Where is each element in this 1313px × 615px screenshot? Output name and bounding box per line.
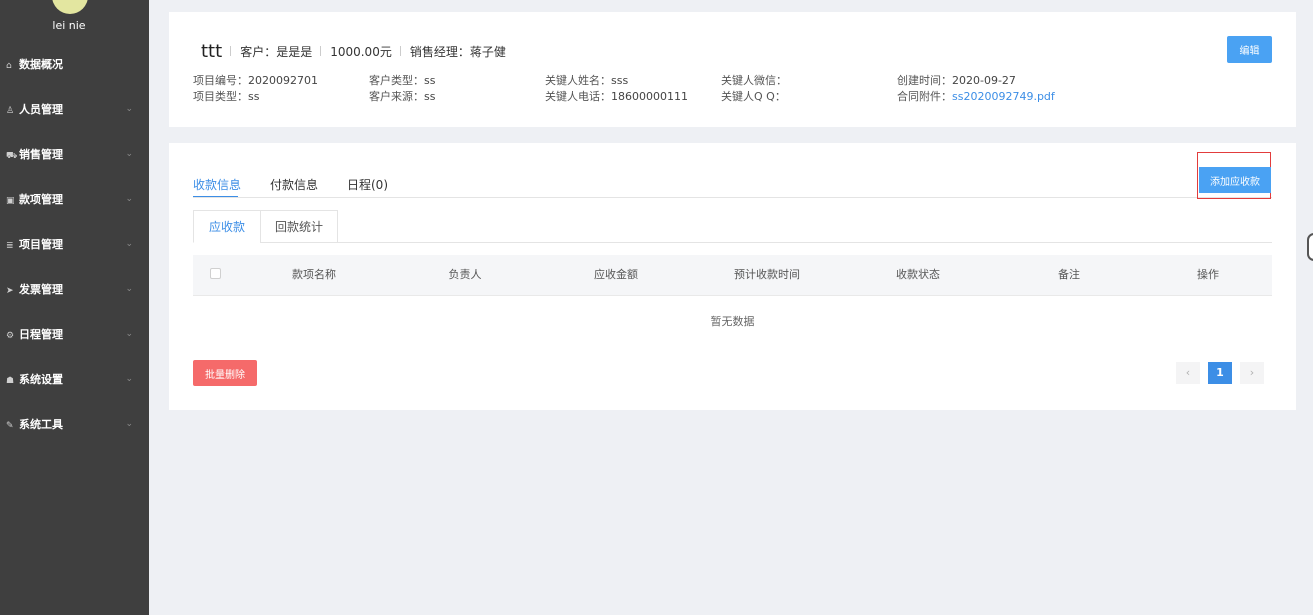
field-contact-name: 关键人姓名：sss <box>545 74 629 87</box>
send-icon: ➤ <box>6 286 14 296</box>
batch-delete-button[interactable]: 批量删除 <box>193 360 257 386</box>
project-info-card: ttt 客户：是是是 1000.00元 销售经理：蒋子健 编辑 项目编号：202… <box>169 12 1296 127</box>
field-contact-qq: 关键人Q Q： <box>721 90 786 103</box>
sidebar-item-invoices[interactable]: ➤ 发票管理 ⌄ <box>0 267 149 312</box>
sidebar-item-label: 日程管理 <box>19 328 63 341</box>
sidebar-item-payments[interactable]: ▣ 款项管理 ⌄ <box>0 177 149 222</box>
chevron-down-icon: ⌄ <box>125 104 133 114</box>
tab-schedule[interactable]: 日程(0) <box>347 176 388 193</box>
chevron-down-icon: ⌄ <box>125 284 133 294</box>
sidebar-item-label: 系统设置 <box>19 373 63 386</box>
sidebar-item-projects[interactable]: ≣ 项目管理 ⌄ <box>0 222 149 267</box>
username: lei nie <box>52 19 86 32</box>
sidebar-item-tools[interactable]: ✎ 系统工具 ⌄ <box>0 402 149 447</box>
tab-receipt-info[interactable]: 收款信息 <box>193 176 241 193</box>
sales-manager: 销售经理：蒋子健 <box>409 44 506 59</box>
field-created-time: 创建时间：2020-09-27 <box>897 74 1016 87</box>
sidebar-item-settings[interactable]: ☗ 系统设置 ⌄ <box>0 357 149 402</box>
sidebar-item-sales[interactable]: ⛟ 销售管理 ⌄ <box>0 132 149 177</box>
select-all-checkbox[interactable] <box>210 268 221 279</box>
column-header: 收款状态 <box>896 268 940 281</box>
add-receivable-button[interactable]: 添加应收款 <box>1199 167 1271 193</box>
field-contract-attachment: 合同附件：ss2020092749.pdf <box>897 90 1055 103</box>
empty-table-message: 暂无数据 <box>710 315 755 328</box>
project-name: ttt <box>201 40 223 62</box>
users-icon: ☗ <box>6 376 15 386</box>
customer-name: 客户：是是是 <box>240 44 313 59</box>
subtab-receivables[interactable]: 应收款 <box>193 210 261 243</box>
database-icon: ≣ <box>6 241 14 251</box>
column-header: 负责人 <box>448 268 482 281</box>
sidebar: lei nie ⌂ 数据概况 ♙ 人员管理 ⌄ ⛟ 销售管理 ⌄ ▣ 款项管理 ⌄ ≣ 项目管理… <box>0 0 149 615</box>
sub-tab-bar: 应收款 回款统计 <box>193 210 1272 243</box>
edit-button[interactable]: 编辑 <box>1227 36 1272 63</box>
chevron-down-icon: ⌄ <box>125 419 133 429</box>
prev-page-button[interactable]: ‹ <box>1176 362 1200 384</box>
gear-icon: ⚙ <box>6 331 15 341</box>
column-header: 操作 <box>1197 268 1219 281</box>
sidebar-item-label: 销售管理 <box>19 148 63 161</box>
wrench-icon: ✎ <box>6 421 14 431</box>
sidebar-item-schedule[interactable]: ⚙ 日程管理 ⌄ <box>0 312 149 357</box>
table-header: 款项名称 负责人 应收金额 预计收款时间 收款状态 备注 操作 <box>193 255 1272 296</box>
home-icon: ⌂ <box>6 61 12 71</box>
sidebar-item-label: 数据概况 <box>19 58 63 71</box>
receivables-card: 收款信息 付款信息 日程(0) 添加应收款 应收款 回款统计 款项名称 负责人 … <box>169 143 1296 410</box>
sidebar-item-overview[interactable]: ⌂ 数据概况 <box>0 42 149 87</box>
divider <box>320 46 322 56</box>
sidebar-item-label: 项目管理 <box>19 238 63 251</box>
highlight-box: 添加应收款 <box>1197 152 1271 199</box>
chevron-down-icon: ⌄ <box>125 149 133 159</box>
cart-icon: ⛟ <box>6 151 18 161</box>
sidebar-item-label: 款项管理 <box>19 193 63 206</box>
project-title-row: ttt 客户：是是是 1000.00元 销售经理：蒋子健 <box>201 40 506 62</box>
sidebar-menu: ⌂ 数据概况 ♙ 人员管理 ⌄ ⛟ 销售管理 ⌄ ▣ 款项管理 ⌄ ≣ 项目管理 ⌄ ➤ 发票管理 ⌄… <box>0 42 149 447</box>
divider <box>193 197 1272 198</box>
sidebar-item-personnel[interactable]: ♙ 人员管理 ⌄ <box>0 87 149 132</box>
chevron-down-icon: ⌄ <box>125 194 133 204</box>
sidebar-item-label: 系统工具 <box>19 418 63 431</box>
field-contact-wechat: 关键人微信： <box>721 74 787 87</box>
money-icon: ▣ <box>6 196 15 206</box>
column-header: 备注 <box>1058 268 1080 281</box>
side-drawer-handle[interactable] <box>1307 233 1313 261</box>
chevron-down-icon: ⌄ <box>125 374 133 384</box>
column-header: 预计收款时间 <box>734 268 800 281</box>
avatar[interactable] <box>52 0 88 14</box>
next-page-button[interactable]: › <box>1240 362 1264 384</box>
page-number-button[interactable]: 1 <box>1208 362 1232 384</box>
subtab-collection-stats[interactable]: 回款统计 <box>260 210 338 243</box>
user-icon: ♙ <box>6 106 15 116</box>
field-customer-type: 客户类型：ss <box>369 74 436 87</box>
attachment-link[interactable]: ss2020092749.pdf <box>952 90 1055 103</box>
field-customer-source: 客户来源：ss <box>369 90 436 103</box>
tab-payment-info[interactable]: 付款信息 <box>270 176 318 193</box>
column-header: 应收金额 <box>594 268 638 281</box>
chevron-down-icon: ⌄ <box>125 239 133 249</box>
sidebar-item-label: 人员管理 <box>19 103 63 116</box>
column-header: 款项名称 <box>292 268 336 281</box>
field-project-type: 项目类型：ss <box>193 90 260 103</box>
chevron-down-icon: ⌄ <box>125 329 133 339</box>
divider <box>230 46 232 56</box>
pagination: ‹ 1 › <box>1176 362 1264 384</box>
project-amount: 1000.00元 <box>330 44 392 59</box>
field-project-no: 项目编号：2020092701 <box>193 74 318 87</box>
sidebar-item-label: 发票管理 <box>19 283 63 296</box>
field-contact-phone: 关键人电话：18600000111 <box>545 90 688 103</box>
divider <box>399 46 401 56</box>
